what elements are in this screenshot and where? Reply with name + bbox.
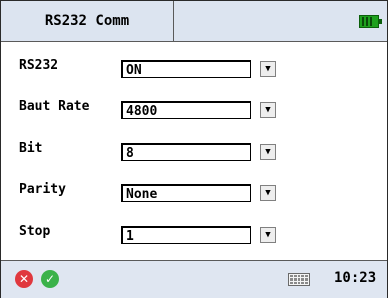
keyboard-icon[interactable]	[288, 273, 310, 286]
ok-icon[interactable]: ✓	[41, 270, 59, 288]
taskbar: ✕ ✓ 10:23	[1, 260, 387, 298]
parity-select[interactable]: None	[121, 184, 251, 202]
battery-full-icon	[359, 15, 382, 28]
window-title: RS232 Comm	[1, 1, 174, 41]
cancel-icon[interactable]: ✕	[15, 270, 33, 288]
title-bar: RS232 Comm	[1, 1, 387, 42]
rs232-row: RS232 ON ▼	[1, 52, 387, 82]
baud-rate-select[interactable]: 4800	[121, 101, 251, 119]
rs232-label: RS232	[19, 58, 59, 73]
baud-rate-row: Baut Rate 4800 ▼	[1, 93, 387, 123]
settings-form: RS232 ON ▼ Baut Rate 4800 ▼ Bit 8 ▼ Pari…	[1, 42, 387, 260]
chevron-down-icon[interactable]: ▼	[260, 102, 276, 118]
stop-row: Stop 1 ▼	[1, 218, 387, 248]
stop-select[interactable]: 1	[121, 226, 251, 244]
chevron-down-icon[interactable]: ▼	[260, 61, 276, 77]
rs232-select[interactable]: ON	[121, 60, 251, 78]
device-screen: RS232 Comm RS232 ON ▼ Baut Rate 4800 ▼ B…	[0, 0, 388, 298]
parity-row: Parity None ▼	[1, 176, 387, 206]
chevron-down-icon[interactable]: ▼	[260, 144, 276, 160]
bit-label: Bit	[19, 141, 43, 156]
clock: 10:23	[334, 270, 377, 286]
baud-rate-label: Baut Rate	[19, 99, 90, 114]
parity-label: Parity	[19, 182, 66, 197]
stop-label: Stop	[19, 224, 51, 239]
chevron-down-icon[interactable]: ▼	[260, 185, 276, 201]
bit-select[interactable]: 8	[121, 143, 251, 161]
chevron-down-icon[interactable]: ▼	[260, 227, 276, 243]
bit-row: Bit 8 ▼	[1, 135, 387, 165]
